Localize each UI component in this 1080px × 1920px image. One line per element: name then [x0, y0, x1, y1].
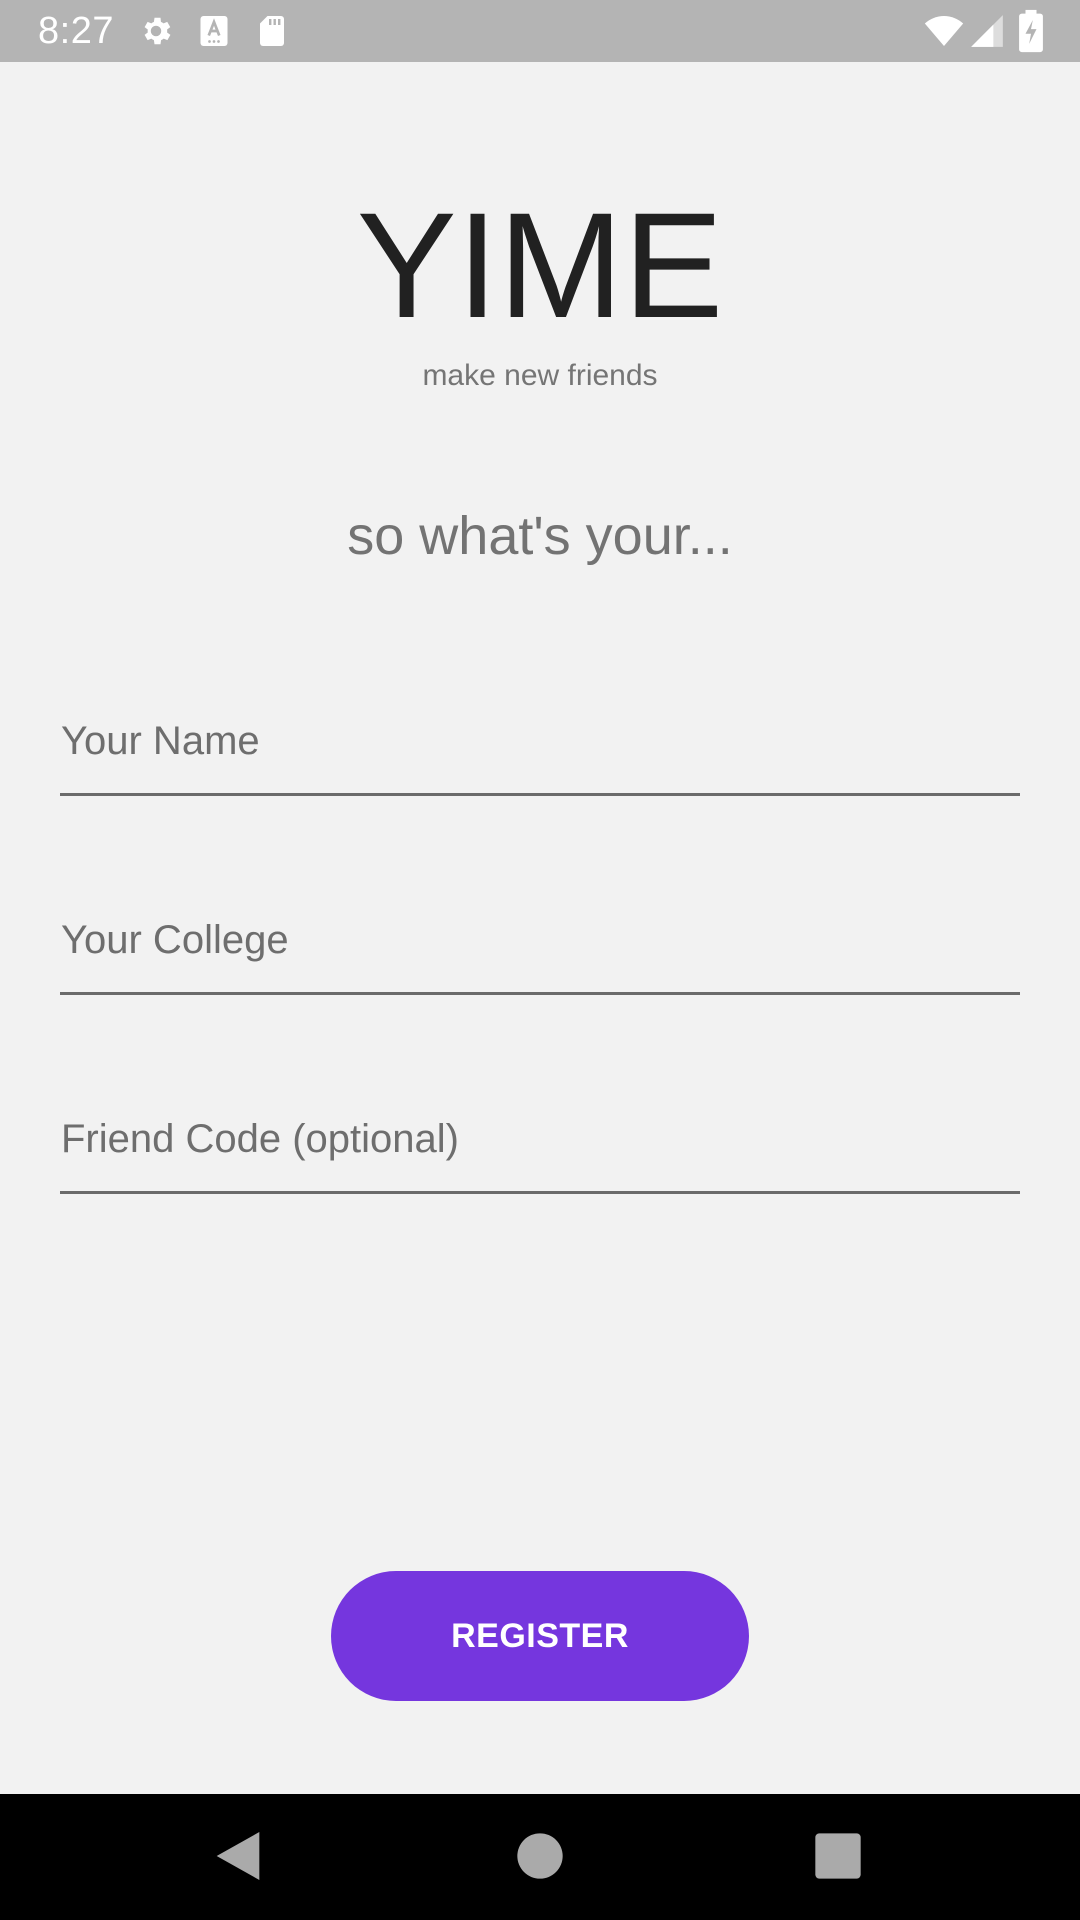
college-field[interactable]: Your College [60, 892, 1020, 995]
battery-charging-icon [1019, 9, 1043, 53]
signal-icon [971, 15, 1003, 47]
friend-code-field[interactable]: Friend Code (optional) [60, 1091, 1020, 1194]
prompt-text: so what's your... [347, 506, 733, 566]
name-placeholder: Your Name [61, 719, 260, 763]
app-title: YIME [356, 181, 724, 349]
navigation-bar [0, 1794, 1080, 1920]
sd-card-icon [260, 16, 284, 46]
college-placeholder: Your College [61, 918, 289, 962]
name-field[interactable]: Your Name [60, 693, 1020, 796]
back-icon[interactable] [206, 1824, 270, 1888]
keyboard-a-icon [200, 16, 228, 46]
status-bar: 8:27 [0, 0, 1080, 62]
register-button[interactable]: REGISTER [331, 1571, 749, 1701]
home-icon[interactable] [508, 1824, 572, 1888]
friend-code-placeholder: Friend Code (optional) [61, 1117, 459, 1161]
recents-icon[interactable] [806, 1824, 870, 1888]
app-subtitle: make new friends [422, 359, 658, 392]
screen: 8:27 YIME make new friends so what's you… [0, 0, 1080, 1920]
wifi-icon [924, 16, 964, 46]
status-time: 8:27 [38, 10, 114, 52]
gear-icon [144, 17, 171, 45]
